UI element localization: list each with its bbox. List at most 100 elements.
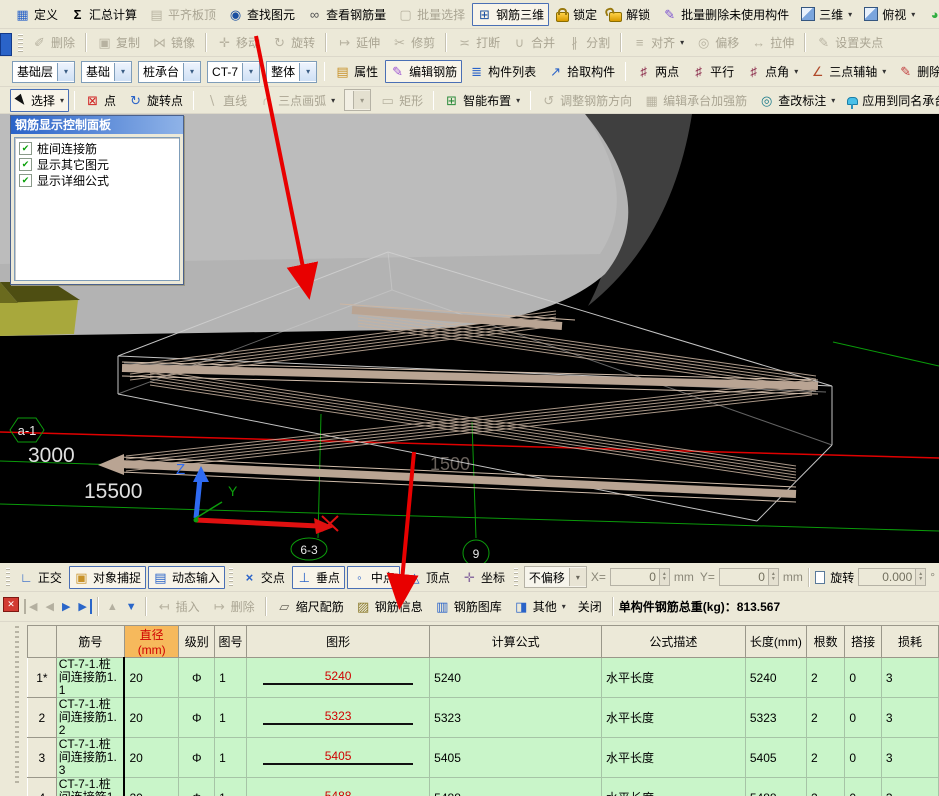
chevron-down-icon[interactable]: ▾ [568,568,586,586]
point-angle-axis-button[interactable]: ♯ 点角 ▾ [741,60,803,83]
smart-layout-button[interactable]: ⊞ 智能布置 ▾ [439,89,525,112]
batch-delete-unused-button[interactable]: ✎ 批量删除未使用构件 [657,3,794,26]
toolbar-grip[interactable] [228,568,233,586]
checkbox-checked-icon[interactable]: ✔ [19,173,32,187]
element-type-combo[interactable]: 桩承台 ▾ [138,60,202,83]
delete-axis-button[interactable]: ✎ 删除 [893,60,939,83]
row-header[interactable]: 1* [27,657,57,698]
chevron-down-icon[interactable]: ▾ [562,602,566,611]
properties-button[interactable]: ▤ 属性 [330,60,383,83]
close-pane-button[interactable]: ✕ [3,597,19,612]
scope-combo[interactable]: 整体 ▾ [266,60,318,83]
col-header-loss[interactable]: 损耗 [880,625,939,658]
define-button[interactable]: ▦ 定义 [10,3,63,26]
y-coordinate-stepper[interactable]: 0 ▲ ▼ [718,568,779,586]
move-row-down-button[interactable]: ▼ [123,600,140,614]
rebar-3d-button[interactable]: ⊞ 钢筋三维 [472,2,550,26]
component-list-button[interactable]: ≣ 构件列表 [464,60,541,83]
summary-calc-button[interactable]: Σ 汇总计算 [65,3,142,26]
rebar-info-button[interactable]: ▨ 钢筋信息 [351,595,428,618]
col-header-lap[interactable]: 搭接 [844,625,882,658]
chevron-down-icon[interactable]: ▾ [57,62,75,81]
rebar-library-button[interactable]: ▥ 钢筋图库 [430,595,507,618]
rotate-angle-stepper[interactable]: 0.000 ▲ ▼ [858,568,927,586]
midpoint-snap-button[interactable]: ◦ 中点 [346,565,400,589]
coordinate-snap-button[interactable]: ✛ 坐标 [457,566,510,589]
table-row[interactable]: 1* CT-7-1.桩间连接筋1.1 20 Φ 1 5240 5240 水平长度… [27,657,939,698]
other-menu-button[interactable]: ◨ 其他 ▾ [509,595,571,618]
find-element-button[interactable]: ◉ 查找图元 [223,3,300,26]
spin-down-icon[interactable]: ▼ [918,577,923,582]
edit-rebar-button[interactable]: ✎ 编辑钢筋 [385,60,463,83]
select-button[interactable]: 选择 ▾ [10,88,70,112]
col-header-formula[interactable]: 计算公式 [429,625,603,658]
checkbox-checked-icon[interactable]: ✔ [19,157,32,171]
row-header[interactable]: 4 [27,777,57,796]
component-combo[interactable]: CT-7 ▾ [207,60,261,83]
toolbar-grip[interactable] [6,568,10,586]
chevron-down-icon[interactable]: ▾ [183,62,201,81]
table-row[interactable]: 3 CT-7-1.桩间连接筋1.3 20 Φ 1 5405 5405 水平长度 … [27,737,939,778]
vertex-snap-button[interactable]: △ 顶点 [402,566,455,589]
col-header-figure[interactable]: 图号 [214,625,247,658]
drag-handle[interactable] [15,626,19,786]
chevron-down-icon[interactable]: ▾ [60,96,64,105]
col-header-length[interactable]: 长度(mm) [744,625,807,658]
row-header[interactable]: 2 [27,697,57,738]
chevron-down-icon[interactable]: ▾ [114,62,132,81]
chevron-down-icon[interactable]: ▾ [848,10,852,19]
last-row-button[interactable]: ▶ [75,599,92,614]
chevron-down-icon[interactable]: ▾ [299,62,317,81]
point-button[interactable]: ⊠ 点 [80,89,121,112]
category-combo[interactable]: 基础 ▾ [81,60,133,83]
table-row[interactable]: 4 CT-7-1.桩间连接筋1.4 20 Φ 1 5488 5488 水平长度 … [27,777,939,796]
x-coordinate-stepper[interactable]: 0 ▲ ▼ [609,568,670,586]
rotate-checkbox[interactable] [814,570,826,584]
chevron-down-icon[interactable]: ▾ [794,67,798,76]
spin-down-icon[interactable]: ▼ [771,577,776,582]
offset-mode-combo[interactable]: 不偏移 ▾ [523,566,587,588]
row-header[interactable]: 3 [27,737,57,778]
view-3d-button[interactable]: 三维 ▾ [796,3,857,26]
parallel-axis-button[interactable]: ♯ 平行 [686,60,739,83]
corner-header[interactable] [27,625,57,658]
three-point-aux-axis-button[interactable]: ∠ 三点辅轴 ▾ [805,60,891,83]
unlock-button[interactable]: 解锁 [604,3,655,26]
apply-to-same-cap-button[interactable]: 应用到同名承台 [842,89,939,112]
edit-annotation-button[interactable]: ◎ 查改标注 ▾ [754,89,840,112]
checkbox-checked-icon[interactable]: ✔ [19,141,32,155]
col-header-description[interactable]: 公式描述 [601,625,746,658]
spin-down-icon[interactable]: ▼ [662,577,667,582]
panel-item-pile-link-rebar[interactable]: ✔ 桩间连接筋 [15,140,179,156]
lock-button[interactable]: 锁定 [551,3,602,26]
col-header-quantity[interactable]: 根数 [805,625,846,658]
rebar-display-panel[interactable]: 钢筋显示控制面板 ✔ 桩间连接筋 ✔ 显示其它图元 ✔ 显示详细公式 [10,115,184,285]
col-header-grade[interactable]: 级别 [178,625,216,658]
scaled-rebar-button[interactable]: ▱ 缩尺配筋 [272,595,349,618]
view-rebar-qty-button[interactable]: ∞ 查看钢筋量 [302,3,391,26]
chevron-down-icon[interactable]: ▾ [911,10,915,19]
orbit-button[interactable]: ◕动态观察 [922,3,939,26]
panel-title[interactable]: 钢筋显示控制面板 [11,116,183,134]
perpendicular-snap-button[interactable]: ⊥ 垂点 [291,565,345,589]
chevron-down-icon[interactable]: ▾ [882,67,886,76]
chevron-down-icon[interactable]: ▾ [831,96,835,105]
close-table-button[interactable]: 关闭 [573,595,607,618]
col-header-shape[interactable]: 图形 [245,625,431,658]
dynamic-input-button[interactable]: ▤ 动态输入 [147,565,225,589]
top-view-button[interactable]: 俯视 ▾ [859,3,920,26]
col-header-name[interactable]: 筋号 [55,625,125,658]
rotate-point-button[interactable]: ↻ 旋转点 [123,89,188,112]
next-row-button[interactable]: ▶ [59,599,73,614]
intersection-snap-button[interactable]: × 交点 [237,566,290,589]
panel-item-show-detail-formula[interactable]: ✔ 显示详细公式 [15,172,179,188]
panel-item-show-other-elements[interactable]: ✔ 显示其它图元 [15,156,179,172]
chevron-down-icon[interactable]: ▾ [516,96,520,105]
pick-component-button[interactable]: ↗ 拾取构件 [543,60,620,83]
table-row[interactable]: 2 CT-7-1.桩间连接筋1.2 20 Φ 1 5323 5323 水平长度 … [27,697,939,738]
toolbar-grip[interactable] [513,568,518,586]
floor-combo[interactable]: 基础层 ▾ [12,60,76,83]
col-header-diameter[interactable]: 直径(mm) [123,625,180,658]
ortho-button[interactable]: ∟ 正交 [14,566,67,589]
chevron-down-icon[interactable]: ▾ [242,62,260,81]
